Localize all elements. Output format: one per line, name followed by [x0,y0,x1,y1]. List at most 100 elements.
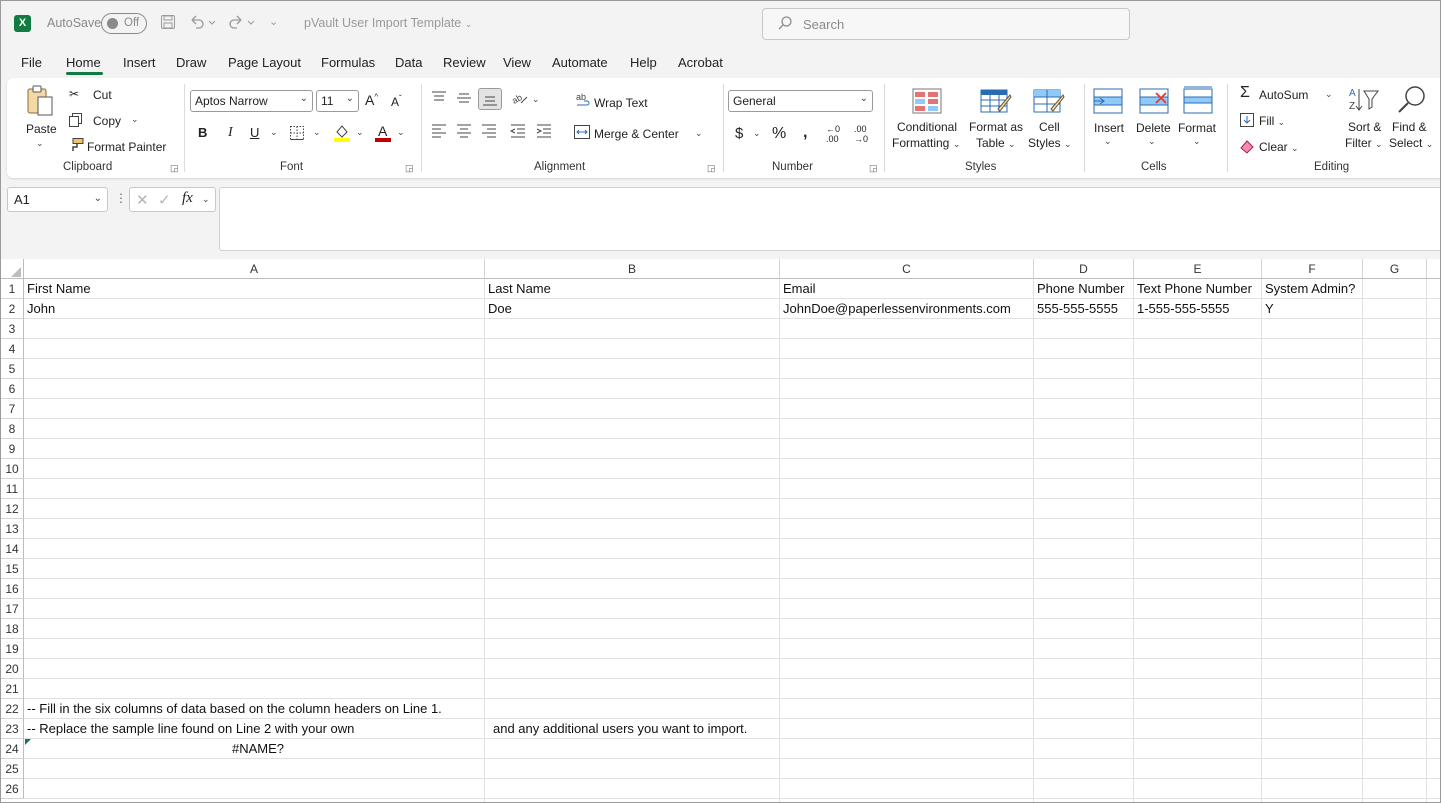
font-color-dropdown-icon[interactable]: ⌄ [397,127,405,138]
cell-styles-button[interactable]: Cell [1039,120,1060,134]
wrap-text-button[interactable]: Wrap Text [594,96,648,110]
autosum-dropdown-icon[interactable]: ⌄ [1325,89,1333,100]
format-as-table-sub[interactable]: Table ⌄ [976,136,1016,150]
enter-icon[interactable]: ✓ [158,191,171,209]
orientation-dropdown-icon[interactable]: ⌄ [532,94,540,105]
font-launcher-icon[interactable]: ◲ [405,163,414,174]
more-options-icon[interactable]: ⋮ [115,191,127,205]
row-header-3[interactable]: 3 [1,319,24,339]
insert-dropdown-icon[interactable]: ⌄ [1104,136,1112,147]
row-header-25[interactable]: 25 [1,759,24,779]
tab-view[interactable]: View [503,55,531,70]
cell-d2[interactable]: 555-555-5555 [1037,299,1118,319]
paste-dropdown-icon[interactable]: ⌄ [36,138,44,149]
delete-dropdown-icon[interactable]: ⌄ [1148,136,1156,147]
middle-align-icon[interactable] [456,91,472,108]
cell-f1[interactable]: System Admin? [1265,279,1355,299]
tab-data[interactable]: Data [395,55,422,70]
row-header-4[interactable]: 4 [1,339,24,359]
search-box[interactable]: Search [762,8,1130,40]
autosum-button[interactable]: AutoSum [1259,88,1308,102]
cell-b23[interactable]: and any additional users you want to imp… [493,719,747,739]
format-dropdown-icon[interactable]: ⌄ [1193,136,1201,147]
delete-cells-button[interactable]: Delete [1136,121,1171,135]
row-header-20[interactable]: 20 [1,659,24,679]
row-header-26[interactable]: 26 [1,779,24,799]
row-header-23[interactable]: 23 [1,719,24,739]
tab-acrobat[interactable]: Acrobat [678,55,723,70]
comma-style-icon[interactable]: , [803,124,807,142]
currency-icon[interactable]: $ [735,125,743,142]
clipboard-launcher-icon[interactable]: ◲ [170,163,179,174]
fill-color-dropdown-icon[interactable]: ⌄ [356,127,364,138]
italic-button[interactable]: I [228,125,233,141]
document-title[interactable]: pVault User Import Template ⌄ [304,16,472,30]
row-header-8[interactable]: 8 [1,419,24,439]
decrease-indent-icon[interactable] [509,124,526,141]
cell-styles-sub[interactable]: Styles ⌄ [1028,136,1072,150]
sort-filter-sub[interactable]: Filter ⌄ [1345,136,1383,150]
customize-toolbar-icon[interactable]: ⌄ [269,15,278,28]
row-header-12[interactable]: 12 [1,499,24,519]
cell-b2[interactable]: Doe [488,299,512,319]
row-header-24[interactable]: 24 [1,739,24,759]
tab-review[interactable]: Review [443,55,486,70]
borders-icon[interactable] [289,125,305,144]
cut-button[interactable]: Cut [93,88,112,102]
column-header-e[interactable]: E [1134,259,1262,279]
insert-cells-button[interactable]: Insert [1094,121,1124,135]
cell-a1[interactable]: First Name [27,279,91,299]
row-header-5[interactable]: 5 [1,359,24,379]
formula-input[interactable] [219,187,1440,251]
row-header-1[interactable]: 1 [1,279,24,299]
cell-b1[interactable]: Last Name [488,279,551,299]
increase-font-size-icon[interactable]: A^ [365,92,378,108]
column-header-c[interactable]: C [780,259,1034,279]
copy-button[interactable]: Copy [93,114,121,128]
cancel-icon[interactable]: ✕ [136,191,149,209]
number-format-dropdown[interactable]: General ⌄ [728,90,873,112]
format-painter-button[interactable]: Format Painter [87,140,166,154]
select-all-corner[interactable] [1,259,24,279]
row-header-15[interactable]: 15 [1,559,24,579]
redo-icon[interactable] [227,14,257,34]
top-align-icon[interactable] [431,91,447,108]
row-header-16[interactable]: 16 [1,579,24,599]
row-header-18[interactable]: 18 [1,619,24,639]
column-header-a[interactable]: A [24,259,485,279]
font-name-dropdown[interactable]: Aptos Narrow ⌄ [190,90,313,112]
row-header-17[interactable]: 17 [1,599,24,619]
underline-dropdown-icon[interactable]: ⌄ [270,127,278,138]
alignment-launcher-icon[interactable]: ◲ [707,163,716,174]
cell-d1[interactable]: Phone Number [1037,279,1124,299]
fill-button[interactable]: Fill ⌄ [1259,114,1285,128]
row-header-10[interactable]: 10 [1,459,24,479]
merge-center-button[interactable]: Merge & Center [594,127,679,141]
name-box[interactable]: A1 ⌄ [7,187,108,212]
decrease-decimal-icon[interactable]: .00 →0 [854,124,868,144]
tab-file[interactable]: File [21,55,42,70]
cell-f2[interactable]: Y [1265,299,1274,319]
align-center-icon[interactable] [456,124,472,141]
row-header-2[interactable]: 2 [1,299,24,319]
increase-indent-icon[interactable] [536,124,552,141]
cell-e2[interactable]: 1-555-555-5555 [1137,299,1230,319]
row-header-22[interactable]: 22 [1,699,24,719]
conditional-formatting-sub[interactable]: Formatting ⌄ [892,136,960,150]
paste-button[interactable]: Paste [26,122,57,136]
clear-button[interactable]: Clear ⌄ [1259,140,1299,154]
row-header-13[interactable]: 13 [1,519,24,539]
decrease-font-size-icon[interactable]: Aˇ [391,94,402,109]
row-header-9[interactable]: 9 [1,439,24,459]
column-header-b[interactable]: B [485,259,780,279]
row-header-14[interactable]: 14 [1,539,24,559]
increase-decimal-icon[interactable]: ←0.00 [826,124,840,144]
cell-a24[interactable]: #NAME? [232,739,284,759]
cell-a2[interactable]: John [27,299,55,319]
error-indicator-icon[interactable] [25,739,31,745]
number-launcher-icon[interactable]: ◲ [869,163,878,174]
cell-a22[interactable]: -- Fill in the six columns of data based… [27,699,442,719]
tab-insert[interactable]: Insert [123,55,156,70]
tab-help[interactable]: Help [630,55,657,70]
merge-dropdown-icon[interactable]: ⌄ [695,128,703,139]
